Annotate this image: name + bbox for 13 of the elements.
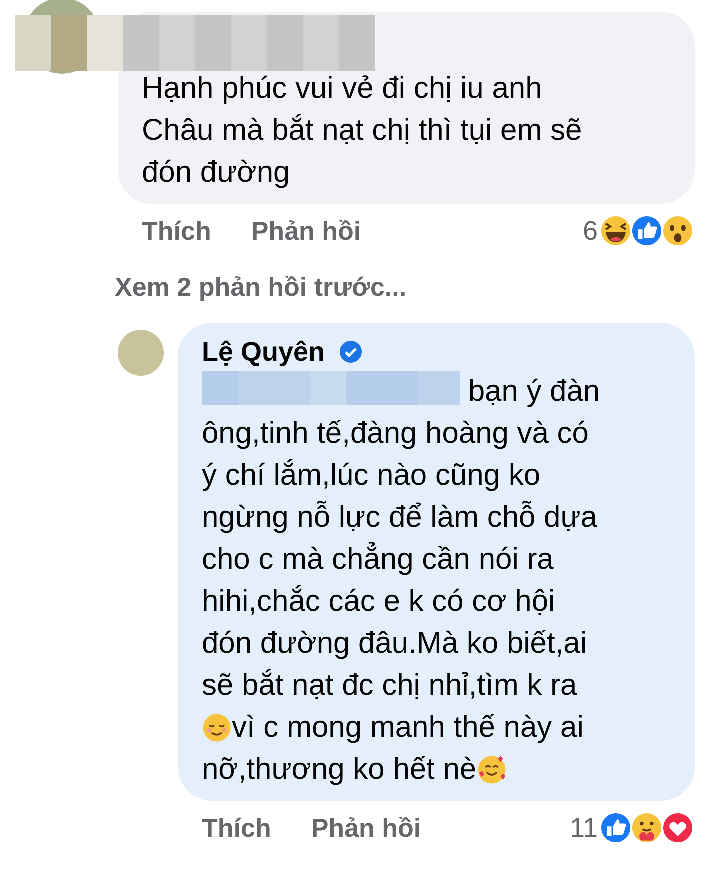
comment-action-link[interactable]: Thích <box>142 216 212 246</box>
comment-action-link[interactable]: Thích <box>202 812 272 844</box>
comment-action-link[interactable]: Phản hồi <box>251 216 362 246</box>
avatar <box>118 330 164 376</box>
reaction-count: 11 <box>570 812 598 844</box>
author-name[interactable]: Lệ Quyên <box>202 336 326 368</box>
comment-action-link[interactable]: Phản hồi <box>311 812 422 844</box>
comment-text: bạn ý đàn ông,tinh tế,đàng hoàng và có ý chí lắm,lúc nào cũng ko ngừng nỗ lực để làm chỗ dựa cho c mà chẳng cần nói ra hihi,chắc các e k có cơ hội đón đường đâu.Mà ko biết,ai sẽ bắt nạt đc chị nhỉ,tìm k ra vì c mong manh thế này ai nỡ,thương ko hết nè <box>202 371 671 791</box>
view-previous-replies-link[interactable]: Xem 2 phản hồi trước... <box>115 272 407 303</box>
smiling-face-with-hearts-icon <box>476 755 507 785</box>
relieved-face-icon <box>202 713 232 743</box>
reaction-count: 6 <box>582 216 598 246</box>
comment-text: Hạnh phúc vui vẻ đi chị iu anh Châu mà bắt nạt chị thì tụi em sẽ đón đường <box>142 71 584 191</box>
